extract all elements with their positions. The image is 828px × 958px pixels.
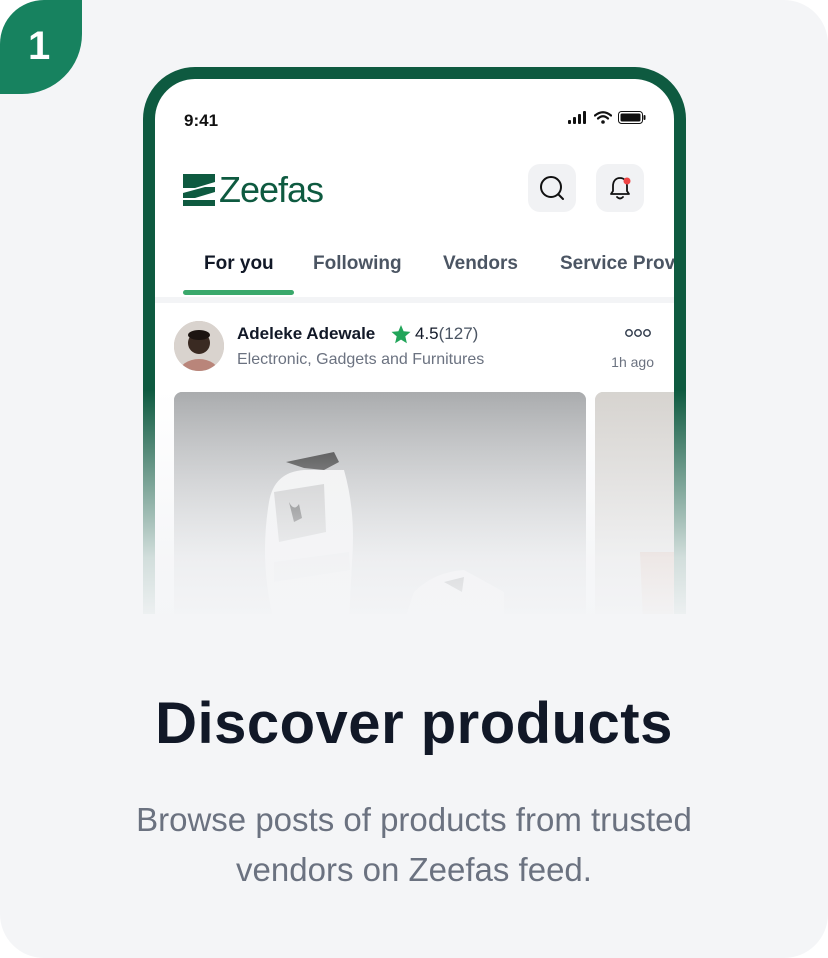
avatar-image: [174, 321, 224, 371]
onboarding-card: 1 9:41 Zeefas For you Following Vendors …: [0, 0, 828, 958]
wifi-icon: [594, 111, 612, 124]
app-logo[interactable]: Zeefas: [183, 169, 324, 211]
tab-following[interactable]: Following: [313, 253, 402, 275]
signal-icon: [568, 111, 586, 124]
step-badge: 1: [0, 0, 82, 94]
phone-bottom-cover: [0, 614, 828, 634]
vendor-name[interactable]: Adeleke Adewale: [237, 324, 375, 344]
tab-vendors[interactable]: Vendors: [443, 253, 518, 275]
tabs-divider: [155, 297, 674, 303]
star-icon: [391, 324, 411, 343]
phone-fade-overlay: [0, 390, 828, 630]
status-icons: [568, 111, 646, 124]
step-number: 1: [28, 24, 51, 68]
more-icon[interactable]: [625, 327, 651, 339]
active-tab-indicator: [183, 290, 294, 295]
page-description: Browse posts of products from trusted ve…: [136, 801, 692, 888]
feed-tabs: For you Following Vendors Service Prov: [183, 247, 674, 297]
battery-icon: [618, 111, 646, 124]
avatar[interactable]: [174, 321, 224, 371]
app-name: Zeefas: [219, 169, 324, 210]
search-icon: [540, 176, 564, 200]
notifications-button[interactable]: [596, 164, 644, 212]
rating-value: 4.5: [415, 324, 439, 343]
vendor-category: Electronic, Gadgets and Furnitures: [237, 351, 485, 368]
tab-service-providers[interactable]: Service Prov: [560, 253, 674, 275]
tab-for-you[interactable]: For you: [204, 253, 274, 275]
status-time: 9:41: [184, 111, 219, 130]
rating-count: (127): [438, 324, 479, 343]
vendor-rating: 4.5 (127): [391, 324, 478, 344]
logo-mark-icon: [183, 174, 215, 206]
bell-icon: [610, 177, 631, 200]
page-title: Discover products: [155, 691, 673, 756]
search-button[interactable]: [528, 164, 576, 212]
post-time: 1h ago: [611, 354, 654, 370]
